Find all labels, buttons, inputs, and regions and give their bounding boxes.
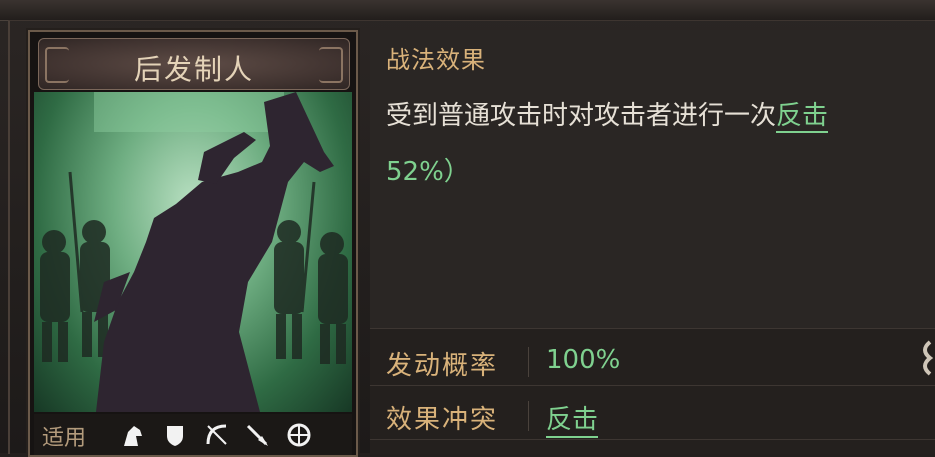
counterattack-link[interactable]: 反击 <box>776 101 829 133</box>
effect-text-line2: 52%） <box>386 157 470 187</box>
skill-artwork <box>34 92 352 412</box>
wheel-icon <box>287 423 311 447</box>
trigger-rate-value: 100% <box>546 345 621 375</box>
effect-conflict-value[interactable]: 反击 <box>546 399 599 438</box>
skill-detail-panel: 战法效果 受到普通攻击时对攻击者进行一次反击 52%） 发动概率 100% 效果… <box>370 30 935 454</box>
spear-icon <box>246 424 268 446</box>
trigger-rate-label: 发动概率 <box>386 351 499 381</box>
bow-icon <box>206 424 227 445</box>
effect-conflict-label: 效果冲突 <box>386 405 499 435</box>
skill-card-footer: 适用 <box>34 414 352 455</box>
warrior-silhouette-icon <box>40 92 348 412</box>
skill-stats-box: 发动概率 100% 效果冲突 反击 <box>370 328 935 454</box>
window-top-bar <box>0 0 935 21</box>
applicable-label: 适用 <box>42 426 87 451</box>
effect-text-line1: 受到普通攻击时对攻击者进行一次 <box>386 101 777 131</box>
divider <box>528 347 529 377</box>
divider <box>528 401 529 431</box>
shield-icon <box>167 426 183 446</box>
scroll-handle-icon[interactable] <box>918 336 935 400</box>
skill-name: 后发制人 <box>133 53 254 86</box>
cavalry-horse-icon <box>124 426 142 446</box>
skill-card: 后发制人 适用 <box>28 30 358 457</box>
effect-conflict-row: 效果冲突 反击 <box>370 391 935 440</box>
trigger-rate-row: 发动概率 100% <box>370 337 935 386</box>
effect-title: 战法效果 <box>386 46 486 74</box>
skill-card-title-plate: 后发制人 <box>38 38 350 90</box>
effect-description: 受到普通攻击时对攻击者进行一次反击 52%） <box>386 88 935 200</box>
